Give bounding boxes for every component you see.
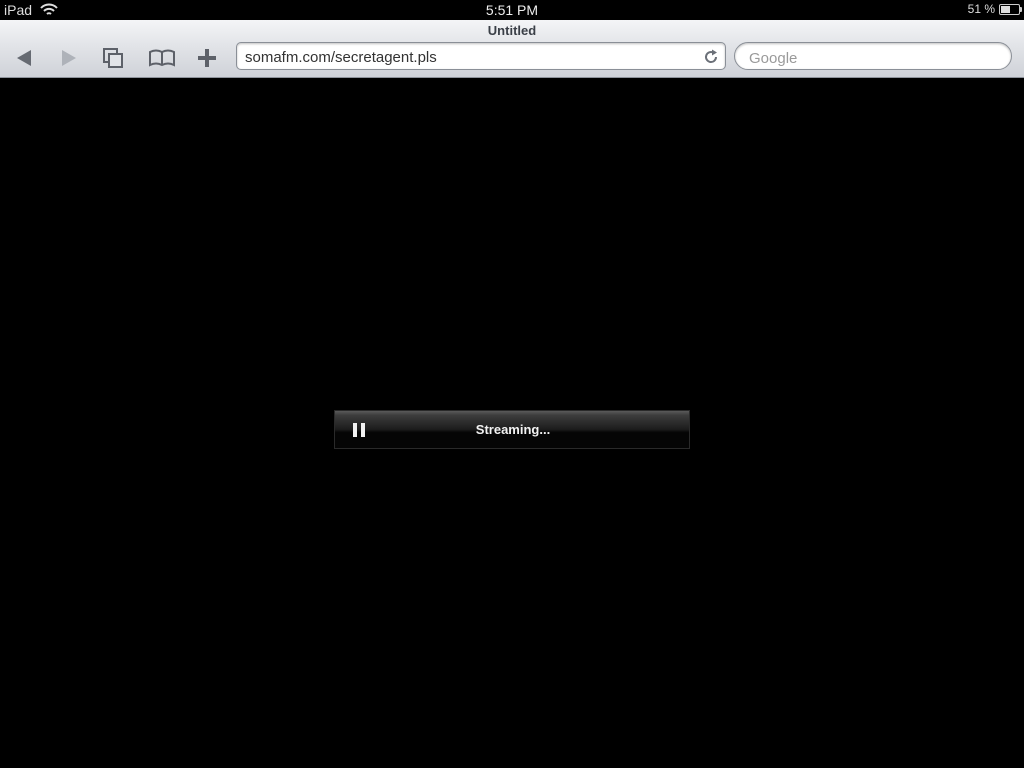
forward-icon (62, 50, 76, 66)
search-input[interactable] (747, 47, 1001, 69)
battery-icon (999, 3, 1022, 15)
add-icon (198, 49, 216, 67)
back-icon (17, 50, 31, 66)
browser-toolbar: Untitled somafm.com/secretagent.pls (0, 20, 1024, 78)
pages-icon (103, 48, 123, 68)
bookmarks-button[interactable] (145, 44, 179, 72)
add-bookmark-button[interactable] (190, 44, 224, 72)
back-button[interactable] (7, 44, 41, 72)
reload-icon[interactable] (702, 48, 720, 66)
status-right: 51 % (967, 2, 1022, 16)
status-time: 5:51 PM (485, 2, 539, 18)
page-content: Streaming... (0, 78, 1024, 768)
forward-button[interactable] (52, 44, 86, 72)
status-bar: iPad 5:51 PM 51 % (0, 0, 1024, 20)
page-title: Untitled (487, 23, 537, 38)
bookmarks-icon (149, 49, 175, 67)
battery-percentage: 51 % (967, 2, 995, 16)
url-text[interactable]: somafm.com/secretagent.pls (245, 49, 437, 66)
player-status: Streaming... (475, 422, 551, 437)
search-field[interactable] (734, 42, 1012, 70)
pages-button[interactable] (96, 44, 130, 72)
audio-player: Streaming... (334, 410, 690, 449)
address-bar[interactable]: somafm.com/secretagent.pls (236, 42, 726, 70)
battery-level-fill (1001, 5, 1010, 13)
